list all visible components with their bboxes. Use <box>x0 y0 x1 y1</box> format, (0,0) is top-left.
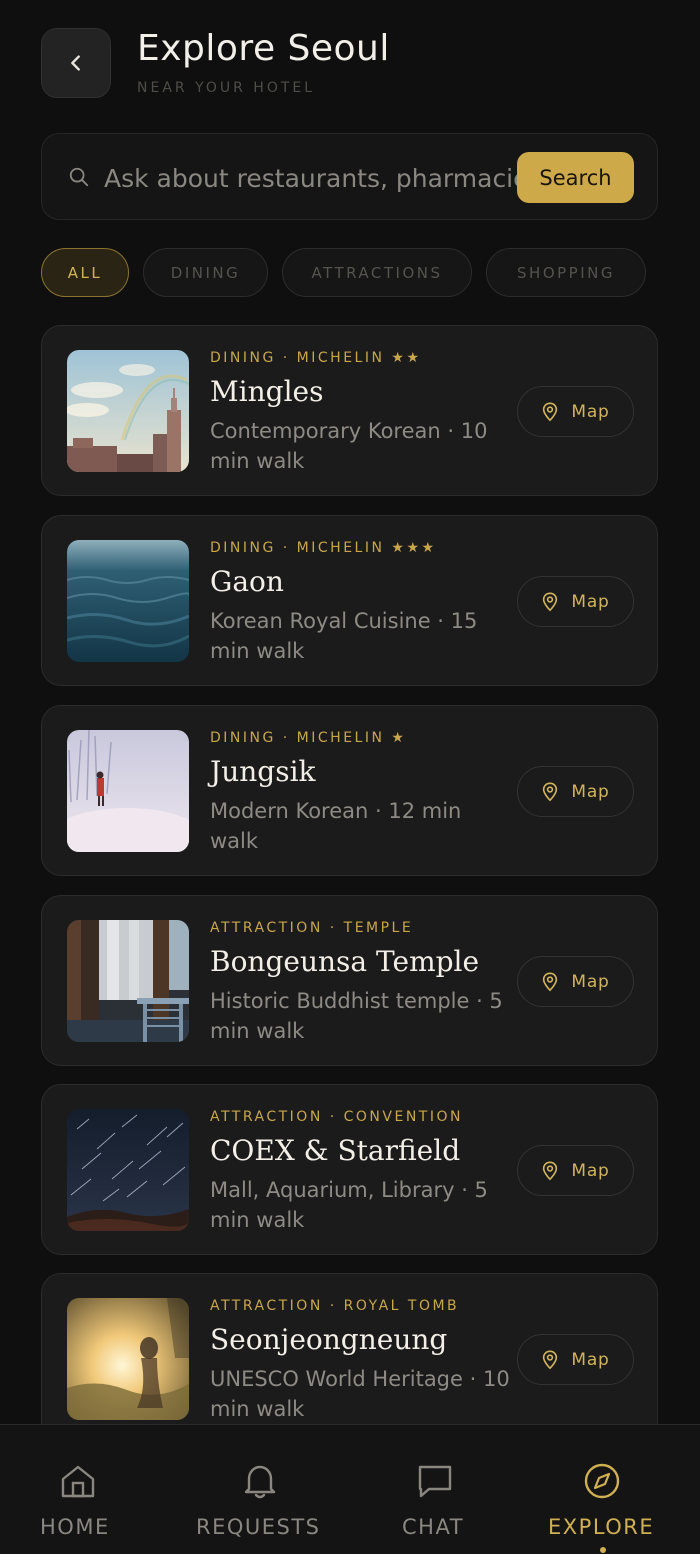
active-indicator <box>600 1547 606 1553</box>
nav-home-label: HOME <box>40 1515 110 1539</box>
nav-explore-label: EXPLORE <box>548 1515 655 1539</box>
filter-all[interactable]: ALL <box>41 248 129 297</box>
home-icon <box>61 1465 95 1498</box>
chat-icon <box>418 1465 452 1498</box>
place-card[interactable]: DINING · MICHELIN ★ Jungsik Modern Korea… <box>41 705 658 876</box>
nav-requests-label: REQUESTS <box>196 1515 321 1539</box>
nav-chat[interactable]: CHAT <box>402 1425 468 1554</box>
place-category: DINING · MICHELIN ★★★ <box>210 540 437 556</box>
page-title: Explore Seoul <box>137 28 390 69</box>
map-button[interactable]: Map <box>517 956 634 1007</box>
compass-icon <box>584 1463 620 1499</box>
map-pin-icon <box>543 1161 558 1180</box>
back-button[interactable] <box>41 28 111 98</box>
map-button-label: Map <box>571 591 610 612</box>
filter-dining[interactable]: DINING <box>143 248 268 297</box>
page-subtitle: NEAR YOUR HOTEL <box>137 80 316 96</box>
place-category: ATTRACTION · ROYAL TOMB <box>210 1298 460 1314</box>
nav-explore[interactable]: EXPLORE <box>548 1425 660 1554</box>
place-card[interactable]: DINING · MICHELIN ★★★ Gaon Korean Royal … <box>41 515 658 686</box>
place-name: COEX & Starfield <box>210 1134 461 1167</box>
place-category: ATTRACTION · TEMPLE <box>210 920 414 936</box>
place-card[interactable]: ATTRACTION · TEMPLE Bongeunsa Temple His… <box>41 895 658 1066</box>
place-name: Bongeunsa Temple <box>210 945 480 978</box>
place-category: ATTRACTION · CONVENTION <box>210 1109 463 1125</box>
filter-chips: ALL DINING ATTRACTIONS SHOPPING <box>41 248 681 297</box>
search-icon <box>69 167 89 187</box>
place-photo <box>67 1298 189 1420</box>
place-description: Korean Royal Cuisine · 15 min walk <box>210 609 478 663</box>
bell-icon <box>244 1465 276 1499</box>
map-pin-icon <box>543 402 558 421</box>
place-category: DINING · MICHELIN ★ <box>210 730 407 746</box>
place-name: Mingles <box>210 375 324 408</box>
map-button[interactable]: Map <box>517 386 634 437</box>
map-button-label: Map <box>571 1349 610 1370</box>
map-pin-icon <box>543 1350 558 1369</box>
bottom-nav: HOME REQUESTS CHAT EXPLORE <box>0 1424 700 1554</box>
map-button[interactable]: Map <box>517 766 634 817</box>
place-card[interactable]: ATTRACTION · CONVENTION COEX & Starfield… <box>41 1084 658 1255</box>
nav-requests[interactable]: REQUESTS <box>196 1425 324 1554</box>
place-card[interactable]: ATTRACTION · ROYAL TOMB Seonjeongneung U… <box>41 1273 658 1444</box>
map-pin-icon <box>543 592 558 611</box>
place-description: Historic Buddhist temple · 5 min walk <box>210 989 503 1043</box>
map-button[interactable]: Map <box>517 1145 634 1196</box>
place-photo <box>67 350 189 472</box>
map-button-label: Map <box>571 401 610 422</box>
place-description: Modern Korean · 12 min walk <box>210 799 462 853</box>
map-button-label: Map <box>571 971 610 992</box>
map-button[interactable]: Map <box>517 576 634 627</box>
explore-screen: Explore Seoul NEAR YOUR HOTEL Search ALL… <box>0 0 700 1554</box>
map-button-label: Map <box>571 1160 610 1181</box>
place-category: DINING · MICHELIN ★★ <box>210 350 422 366</box>
place-card[interactable]: DINING · MICHELIN ★★ Mingles Contemporar… <box>41 325 658 496</box>
map-pin-icon <box>543 782 558 801</box>
chevron-left-icon <box>71 55 80 71</box>
search-button[interactable]: Search <box>517 152 634 203</box>
place-photo <box>67 540 189 662</box>
map-button-label: Map <box>571 781 610 802</box>
place-name: Gaon <box>210 565 284 598</box>
search-input[interactable] <box>104 156 544 200</box>
map-button[interactable]: Map <box>517 1334 634 1385</box>
search-bar: Search <box>41 133 658 220</box>
map-pin-icon <box>543 972 558 991</box>
nav-chat-label: CHAT <box>402 1515 465 1539</box>
header: Explore Seoul NEAR YOUR HOTEL <box>0 0 700 120</box>
place-photo <box>67 1109 189 1231</box>
place-name: Seonjeongneung <box>210 1323 448 1356</box>
place-description: Mall, Aquarium, Library · 5 min walk <box>210 1178 488 1232</box>
place-description: UNESCO World Heritage · 10 min walk <box>210 1367 510 1421</box>
nav-home[interactable]: HOME <box>40 1425 116 1554</box>
place-photo <box>67 920 189 1042</box>
place-photo <box>67 730 189 852</box>
filter-shopping[interactable]: SHOPPING <box>486 248 646 297</box>
filter-attractions[interactable]: ATTRACTIONS <box>282 248 472 297</box>
place-description: Contemporary Korean · 10 min walk <box>210 419 488 473</box>
place-name: Jungsik <box>210 755 316 788</box>
